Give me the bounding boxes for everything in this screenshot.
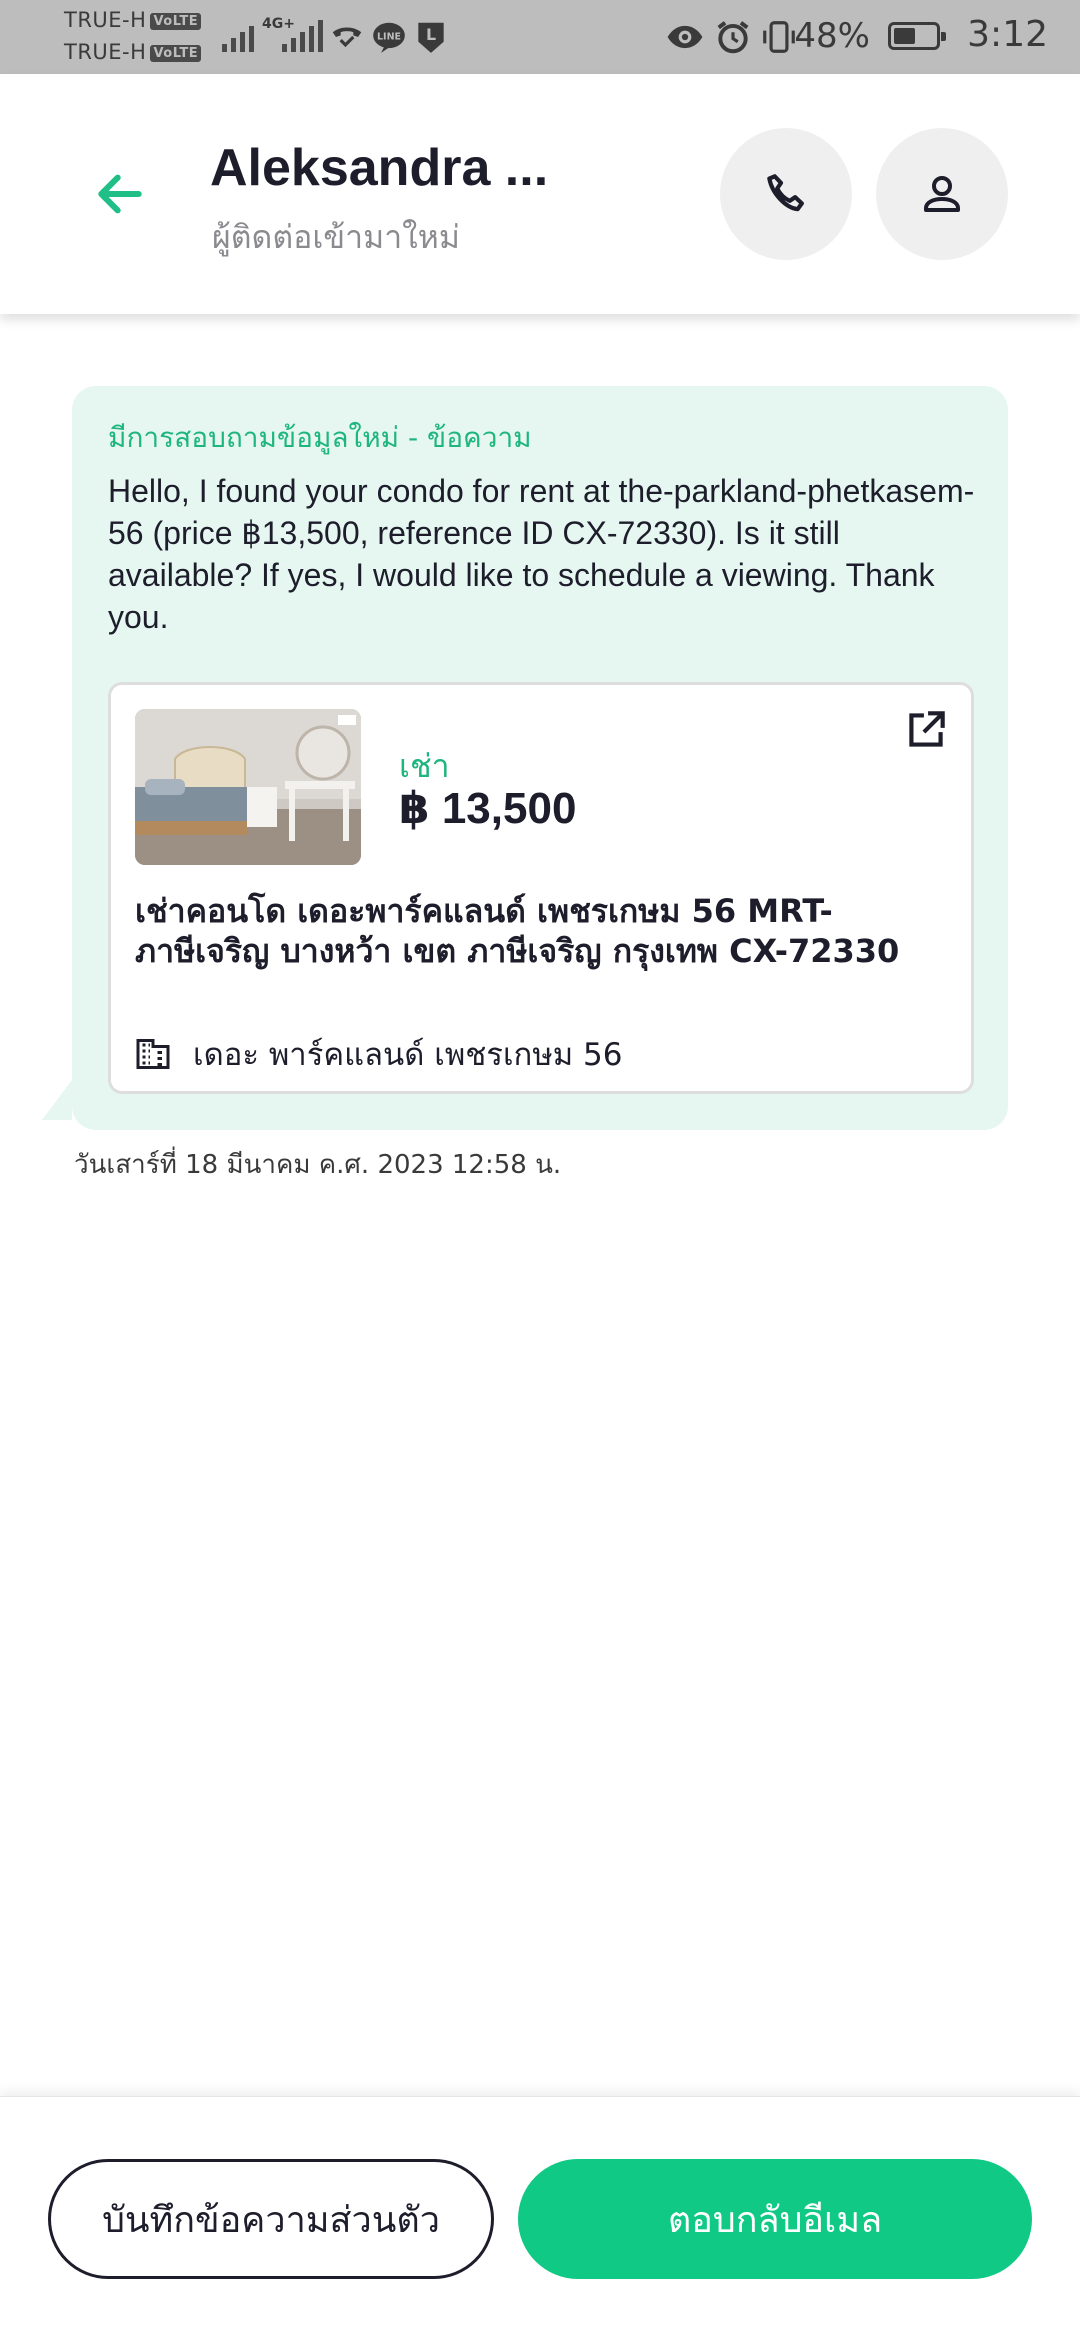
back-button[interactable] bbox=[80, 154, 160, 234]
call-button[interactable] bbox=[720, 128, 852, 260]
carrier-1-label: TRUE-H bbox=[64, 8, 147, 32]
back-arrow-icon bbox=[98, 174, 142, 214]
external-link-icon[interactable] bbox=[901, 705, 951, 755]
project-row: เดอะ พาร์คแลนด์ เพชรเกษม 56 bbox=[135, 1029, 623, 1079]
battery-icon bbox=[888, 22, 946, 50]
message-bubble-tail bbox=[42, 1080, 72, 1120]
contact-status: ผู้ติดต่อเข้ามาใหม่ bbox=[212, 218, 460, 256]
person-icon bbox=[924, 176, 960, 212]
svg-text:LINE: LINE bbox=[377, 31, 401, 42]
missed-call-icon bbox=[332, 27, 362, 48]
listing-title: เช่าคอนโด เดอะพาร์คแลนด์ เพชรเกษม 56 MRT… bbox=[135, 892, 900, 970]
volte-badge: VoLTE bbox=[150, 12, 202, 30]
line-app-icon: LINE bbox=[373, 22, 405, 53]
listing-card[interactable]: เช่า ฿ 13,500 เช่าคอนโด เดอะพาร์คแลนด์ เ… bbox=[108, 682, 974, 1094]
status-bar: TRUE-H VoLTE TRUE-H VoLTE 4G+ LINE L 48% 3… bbox=[0, 0, 1080, 74]
carrier-2: TRUE-H VoLTE bbox=[64, 40, 202, 64]
signal-icon bbox=[282, 20, 323, 52]
alarm-icon bbox=[717, 21, 749, 54]
carrier-2-label: TRUE-H bbox=[64, 40, 147, 64]
clock: 3:12 bbox=[967, 14, 1048, 55]
phone-icon bbox=[767, 174, 804, 212]
listing-photo bbox=[135, 709, 361, 865]
project-name: เดอะ พาร์คแลนด์ เพชรเกษม 56 bbox=[193, 1037, 623, 1073]
reply-email-button[interactable]: ตอบกลับอีเมล bbox=[518, 2159, 1032, 2279]
message-label: มีการสอบถามข้อมูลใหม่ - ข้อความ bbox=[108, 421, 532, 454]
svg-text:L: L bbox=[426, 25, 436, 44]
conversation-header: Aleksandra ... ผู้ติดต่อเข้ามาใหม่ bbox=[0, 74, 1080, 314]
private-note-button[interactable]: บันทึกข้อความส่วนตัว bbox=[48, 2159, 494, 2279]
volte-badge: VoLTE bbox=[150, 44, 202, 62]
carrier-1: TRUE-H VoLTE bbox=[64, 8, 202, 32]
message-text: Hello, I found your condo for rent at th… bbox=[108, 473, 975, 635]
battery-percentage: 48% bbox=[794, 16, 870, 56]
building-icon bbox=[136, 1039, 170, 1069]
eye-icon bbox=[667, 25, 703, 49]
contact-name: Aleksandra ... bbox=[210, 139, 549, 197]
message-timestamp: วันเสาร์ที่ 18 มีนาคม ค.ศ. 2023 12:58 น. bbox=[74, 1150, 562, 1180]
signal-icon bbox=[222, 20, 254, 52]
action-bar: บันทึกข้อความส่วนตัว ตอบกลับอีเมล bbox=[0, 2096, 1080, 2341]
message-bubble: มีการสอบถามข้อมูลใหม่ - ข้อความ Hello, I… bbox=[72, 386, 1008, 1130]
listing-price: ฿ 13,500 bbox=[399, 784, 577, 833]
contact-profile-button[interactable] bbox=[876, 128, 1008, 260]
vibrate-icon bbox=[763, 21, 795, 53]
l-app-icon: L bbox=[418, 22, 444, 53]
